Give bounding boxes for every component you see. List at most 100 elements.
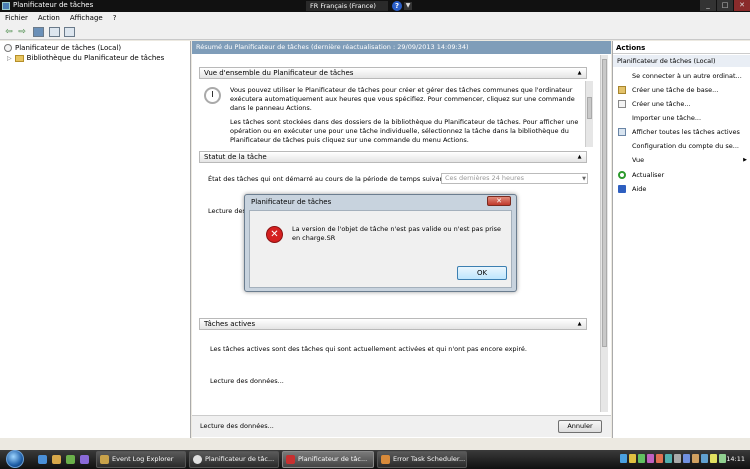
tray-network-icon[interactable] [620, 454, 627, 463]
overview-para-2: Les tâches sont stockées dans des dossie… [230, 118, 579, 144]
collapse-icon[interactable]: ▲ [576, 321, 583, 328]
menu-fichier[interactable]: Fichier [5, 12, 28, 24]
status-section-header[interactable]: Statut de la tâche ▲ [199, 151, 587, 163]
ok-button[interactable]: OK [457, 266, 507, 280]
action-refresh[interactable]: Actualiser [613, 168, 750, 182]
footer-status-text: Lecture des données... [200, 422, 274, 430]
quick-launch-ie-icon[interactable] [38, 455, 47, 464]
taskbar-item-scheduler-2[interactable]: Planificateur de tâc... [282, 451, 374, 468]
quick-launch-desktop-icon[interactable] [66, 455, 75, 464]
title-bar: Planificateur de tâches FR Français (Fra… [0, 0, 750, 12]
scrollbar-thumb[interactable] [602, 59, 607, 347]
active-tasks-text: Les tâches actives sont des tâches qui s… [210, 345, 527, 353]
tray-sync-icon[interactable] [665, 454, 672, 463]
back-arrow-icon[interactable]: ⇦ [3, 26, 15, 38]
center-scrollbar[interactable] [600, 55, 608, 412]
actions-pane: Actions Planificateur de tâches (Local) … [612, 41, 750, 438]
overview-section-header[interactable]: Vue d'ensemble du Planificateur de tâche… [199, 67, 587, 79]
tray-power-icon[interactable] [683, 454, 690, 463]
overview-scrollbar[interactable] [585, 81, 593, 147]
collapse-icon[interactable]: ▲ [576, 154, 583, 161]
taskbar: Event Log Explorer Planificateur de tâc.… [0, 450, 750, 469]
firefox-icon [381, 455, 390, 464]
action-help[interactable]: Aide [613, 182, 750, 196]
action-create-basic-task[interactable]: Créer une tâche de base... [613, 83, 750, 97]
tray-speaker-icon[interactable] [719, 454, 726, 463]
tray-alert-icon[interactable] [629, 454, 636, 463]
error-icon [286, 455, 295, 464]
close-button[interactable]: ✕ [734, 0, 750, 11]
maximize-button[interactable]: □ [717, 0, 733, 11]
language-bar[interactable]: FR Français (France) [306, 1, 388, 11]
window-controls: _ □ ✕ [699, 0, 750, 12]
event-log-icon [100, 455, 109, 464]
action-label: Se connecter à un autre ordinat... [632, 72, 742, 80]
overview-para-1: Vous pouvez utiliser le Planificateur de… [230, 86, 575, 112]
show-hide-tree-icon[interactable] [33, 27, 44, 37]
status-period-label: État des tâches qui ont démarré au cours… [208, 175, 455, 183]
language-dropdown-icon[interactable]: ▼ [404, 2, 412, 10]
expand-arrow-icon[interactable]: ▷ [7, 55, 12, 62]
quick-launch-media-icon[interactable] [80, 455, 89, 464]
menu-action[interactable]: Action [38, 12, 60, 24]
section-title: Vue d'ensemble du Planificateur de tâche… [204, 69, 354, 77]
action-import-task[interactable]: Importer une tâche... [613, 111, 750, 125]
taskbar-clock[interactable]: 14:11 [726, 455, 745, 463]
taskbar-item-event-log[interactable]: Event Log Explorer [96, 451, 186, 468]
action-label: Vue [632, 156, 645, 164]
menu-help[interactable]: ? [113, 12, 117, 24]
dialog-close-button[interactable]: ✕ [487, 196, 511, 206]
scrollbar-thumb[interactable] [587, 97, 592, 119]
action-label: Aide [632, 185, 647, 193]
show-active-tasks-icon [618, 128, 626, 136]
action-service-account-config[interactable]: Configuration du compte du se... [613, 139, 750, 153]
action-show-active-tasks[interactable]: Afficher toutes les tâches actives [613, 125, 750, 139]
taskbar-item-error-task-scheduler[interactable]: Error Task Scheduler... [377, 451, 467, 468]
action-view[interactable]: Vue ▶ [613, 153, 750, 167]
period-select-value: Ces dernières 24 heures [445, 174, 525, 182]
forward-arrow-icon[interactable]: ⇨ [16, 26, 28, 38]
tray-usb-icon[interactable] [710, 454, 717, 463]
task-scheduler-app-icon [2, 2, 10, 10]
action-label: Actualiser [632, 171, 665, 179]
menu-affichage[interactable]: Affichage [70, 12, 103, 24]
status-reading-text: Lecture des [208, 207, 246, 215]
submenu-arrow-icon: ▶ [743, 157, 747, 163]
system-tray [620, 454, 726, 463]
properties-icon[interactable] [49, 27, 60, 37]
collapse-icon[interactable]: ▲ [576, 70, 583, 77]
window-title: Planificateur de tâches [13, 1, 94, 9]
help-icon[interactable]: ? [392, 1, 402, 11]
taskbar-item-label: Error Task Scheduler... [393, 455, 466, 463]
tray-security-icon[interactable] [638, 454, 645, 463]
active-tasks-section-header[interactable]: Tâches actives ▲ [199, 318, 587, 330]
tray-volume-icon[interactable] [674, 454, 681, 463]
tray-update-icon[interactable] [656, 454, 663, 463]
tray-misc-icon[interactable] [692, 454, 699, 463]
action-label: Créer une tâche... [632, 100, 691, 108]
dialog-title: Planificateur de tâches [251, 198, 332, 206]
cancel-button[interactable]: Annuler [558, 420, 602, 433]
tree-item-local[interactable]: Planificateur de tâches (Local) [4, 44, 121, 52]
action-connect-other-computer[interactable]: Se connecter à un autre ordinat... [613, 69, 750, 83]
action-create-task[interactable]: Créer une tâche... [613, 97, 750, 111]
minimize-button[interactable]: _ [700, 0, 716, 11]
taskbar-item-scheduler-1[interactable]: Planificateur de tâc... [189, 451, 279, 468]
summary-header: Résumé du Planificateur de tâches (derni… [192, 41, 611, 54]
start-button[interactable] [6, 450, 24, 468]
tree-item-library[interactable]: ▷ Bibliothèque du Planificateur de tâche… [7, 54, 164, 62]
tray-bluetooth-icon[interactable] [701, 454, 708, 463]
folder-icon [14, 54, 24, 62]
show-hide-actions-icon[interactable] [64, 27, 75, 37]
period-select[interactable]: Ces dernières 24 heures ▼ [441, 173, 588, 184]
quick-launch-folder-icon[interactable] [52, 455, 61, 464]
actions-header: Actions [613, 43, 750, 54]
console-tree: Planificateur de tâches (Local) ▷ Biblio… [0, 41, 191, 438]
tray-app-icon[interactable] [647, 454, 654, 463]
active-tasks-reading-text: Lecture des données... [210, 377, 284, 385]
scheduler-clock-icon [204, 87, 221, 104]
dialog-body: ✕ La version de l'objet de tâche n'est p… [249, 210, 512, 288]
action-label: Créer une tâche de base... [632, 86, 719, 94]
actions-subheader[interactable]: Planificateur de tâches (Local) [613, 55, 750, 67]
error-icon: ✕ [266, 226, 283, 243]
